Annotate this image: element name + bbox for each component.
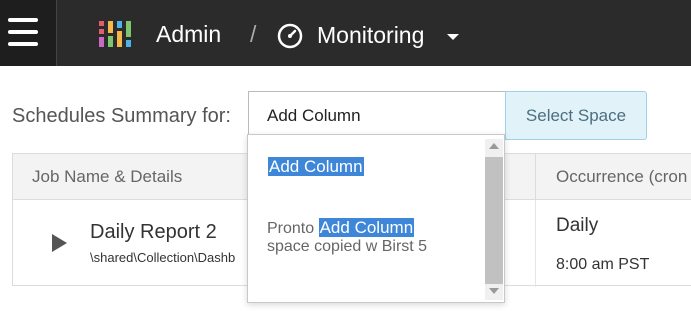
job-occurrence: Daily bbox=[556, 215, 599, 236]
column-header-occurrence[interactable]: Occurrence (cron bbox=[556, 167, 687, 187]
option-suffix: space copied w Birst 5 bbox=[267, 238, 428, 255]
autocomplete-dropdown: Add Column Pronto Add Column space copie… bbox=[247, 134, 505, 303]
expand-arrow-icon[interactable] bbox=[52, 234, 67, 252]
dropdown-scrollbar[interactable] bbox=[485, 139, 503, 300]
hamburger-menu-icon[interactable] bbox=[0, 0, 57, 66]
schedules-summary-label: Schedules Summary for: bbox=[12, 105, 231, 127]
top-navigation-bar: Admin / Monitoring bbox=[0, 0, 691, 66]
job-time: 8:00 am PST bbox=[556, 256, 650, 273]
scroll-down-icon[interactable] bbox=[489, 288, 499, 294]
match-highlight: Add Column bbox=[268, 157, 364, 176]
job-path: \shared\Collection\Dashb bbox=[90, 250, 236, 265]
chevron-down-icon[interactable] bbox=[447, 34, 459, 40]
app-title[interactable]: Admin bbox=[156, 21, 221, 48]
option-prefix: Pronto bbox=[267, 220, 319, 237]
autocomplete-option[interactable]: Add Column bbox=[268, 157, 364, 177]
scroll-up-icon[interactable] bbox=[489, 143, 499, 149]
space-search-input[interactable] bbox=[248, 91, 506, 140]
select-space-button[interactable]: Select Space bbox=[505, 91, 647, 140]
app-grid-icon[interactable] bbox=[98, 19, 132, 49]
job-name[interactable]: Daily Report 2 bbox=[90, 221, 217, 244]
clock-gauge-icon bbox=[277, 23, 303, 49]
autocomplete-option[interactable]: Pronto Add Column space copied w Birst 5 bbox=[267, 218, 428, 256]
column-divider bbox=[535, 200, 536, 287]
breadcrumb-separator: / bbox=[250, 21, 257, 47]
column-header-job[interactable]: Job Name & Details bbox=[32, 167, 182, 187]
column-divider bbox=[535, 154, 536, 200]
scroll-thumb[interactable] bbox=[485, 157, 503, 284]
section-title[interactable]: Monitoring bbox=[317, 22, 424, 49]
match-highlight: Add Column bbox=[318, 218, 415, 237]
